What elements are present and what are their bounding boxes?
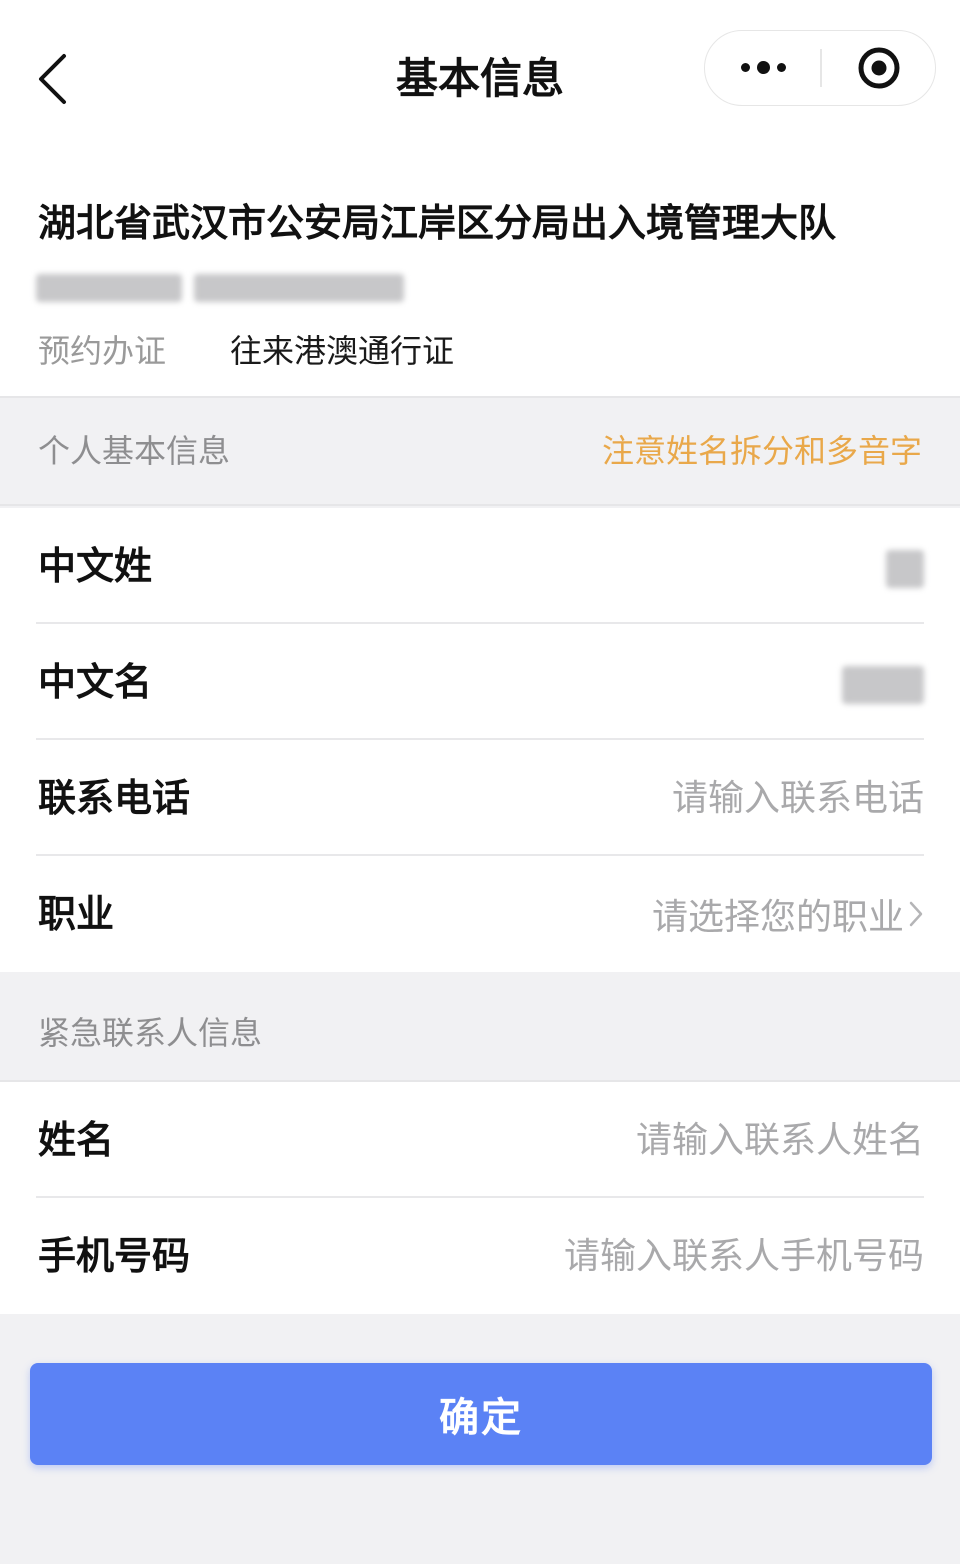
phone-input[interactable]: [404, 770, 924, 826]
row-given-name[interactable]: 中文名: [36, 624, 924, 740]
service-label: 预约办证: [38, 332, 167, 370]
chevron-right-icon: [909, 901, 923, 927]
given-name-value-redacted: [842, 666, 924, 704]
row-label: 中文名: [38, 660, 153, 704]
row-label: 手机号码: [38, 1234, 191, 1278]
personal-section-header: 个人基本信息 注意姓名拆分和多音字: [0, 396, 960, 506]
office-address-redacted: [36, 270, 404, 306]
redacted-block: [886, 550, 924, 588]
more-button[interactable]: [705, 31, 821, 104]
redacted-block: [194, 274, 404, 302]
more-dots-icon: [740, 61, 786, 74]
surname-value-redacted: [886, 550, 924, 588]
mini-program-capsule: [704, 30, 936, 106]
row-occupation: 职业 请选择您的职业: [36, 856, 924, 972]
row-surname[interactable]: 中文姓: [36, 508, 924, 624]
emergency-contact-group: 姓名 手机号码: [0, 1082, 960, 1314]
occupation-placeholder: 请选择您的职业: [651, 897, 904, 938]
target-close-icon: [858, 47, 899, 88]
row-phone: 联系电话: [36, 740, 924, 856]
section-title: 紧急联系人信息: [38, 1014, 263, 1052]
confirm-button[interactable]: 确定: [30, 1363, 932, 1465]
redacted-block: [36, 274, 182, 302]
section-title: 个人基本信息: [38, 432, 231, 470]
page: 基本信息 湖北省武汉市公安局江岸区分局出入境管理大队 预约办证 往来港澳通行证: [0, 0, 960, 1564]
row-label: 姓名: [38, 1118, 115, 1162]
row-label: 中文姓: [38, 544, 153, 588]
contact-phone-input[interactable]: [304, 1228, 924, 1284]
row-contact-phone: 手机号码: [36, 1198, 924, 1314]
contact-name-input[interactable]: [404, 1112, 924, 1168]
office-name: 湖北省武汉市公安局江岸区分局出入境管理大队: [38, 201, 837, 245]
redacted-block: [842, 666, 924, 704]
occupation-select[interactable]: 请选择您的职业: [652, 856, 924, 972]
section-note: 注意姓名拆分和多音字: [601, 432, 922, 470]
personal-info-group: 中文姓 中文名 联系电话 职业 请选择您的职业: [0, 508, 960, 972]
row-contact-name: 姓名: [36, 1082, 924, 1198]
row-label: 职业: [38, 892, 115, 936]
office-info: 湖北省武汉市公安局江岸区分局出入境管理大队 预约办证 往来港澳通行证: [0, 160, 960, 396]
nav-bar: 基本信息: [0, 0, 960, 160]
service-value: 往来港澳通行证: [230, 332, 455, 370]
close-button[interactable]: [822, 31, 935, 104]
emergency-section-header: 紧急联系人信息: [0, 972, 960, 1082]
row-label: 联系电话: [38, 776, 191, 820]
